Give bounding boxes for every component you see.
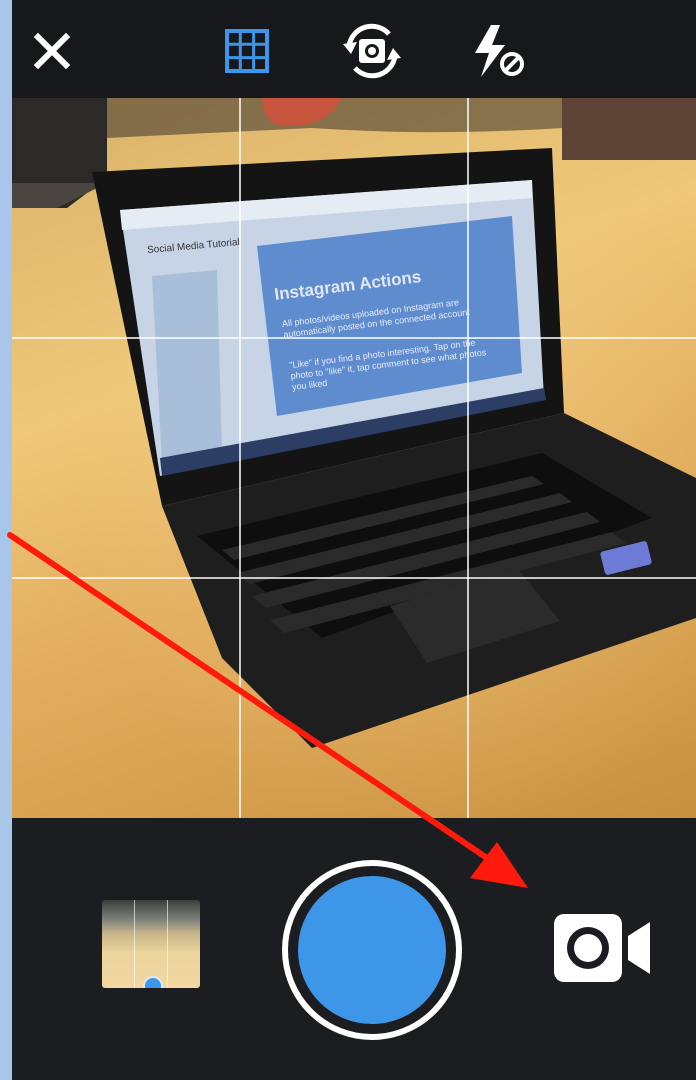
close-button[interactable] <box>17 16 87 86</box>
video-camera-icon <box>554 914 650 982</box>
grid-icon <box>225 29 269 73</box>
video-mode-button[interactable] <box>550 912 654 984</box>
flip-camera-button[interactable] <box>337 16 407 86</box>
camera-preview-image <box>12 98 696 818</box>
flip-camera-icon <box>343 23 401 79</box>
camera-bottom-bar <box>12 818 696 1080</box>
grid-toggle-button[interactable] <box>212 16 282 86</box>
shutter-button[interactable] <box>282 860 462 1040</box>
flash-off-icon <box>475 25 524 77</box>
shutter-inner-circle <box>298 876 446 1024</box>
gallery-thumbnail[interactable] <box>102 900 200 988</box>
thumbnail-grid-overlay <box>102 900 200 988</box>
flash-toggle-button[interactable] <box>462 16 532 86</box>
camera-top-bar <box>12 0 696 98</box>
left-edge-strip <box>0 0 12 1080</box>
close-icon <box>33 32 71 70</box>
camera-viewfinder[interactable]: Social Media Tutorial Instagram Actions … <box>12 98 696 818</box>
